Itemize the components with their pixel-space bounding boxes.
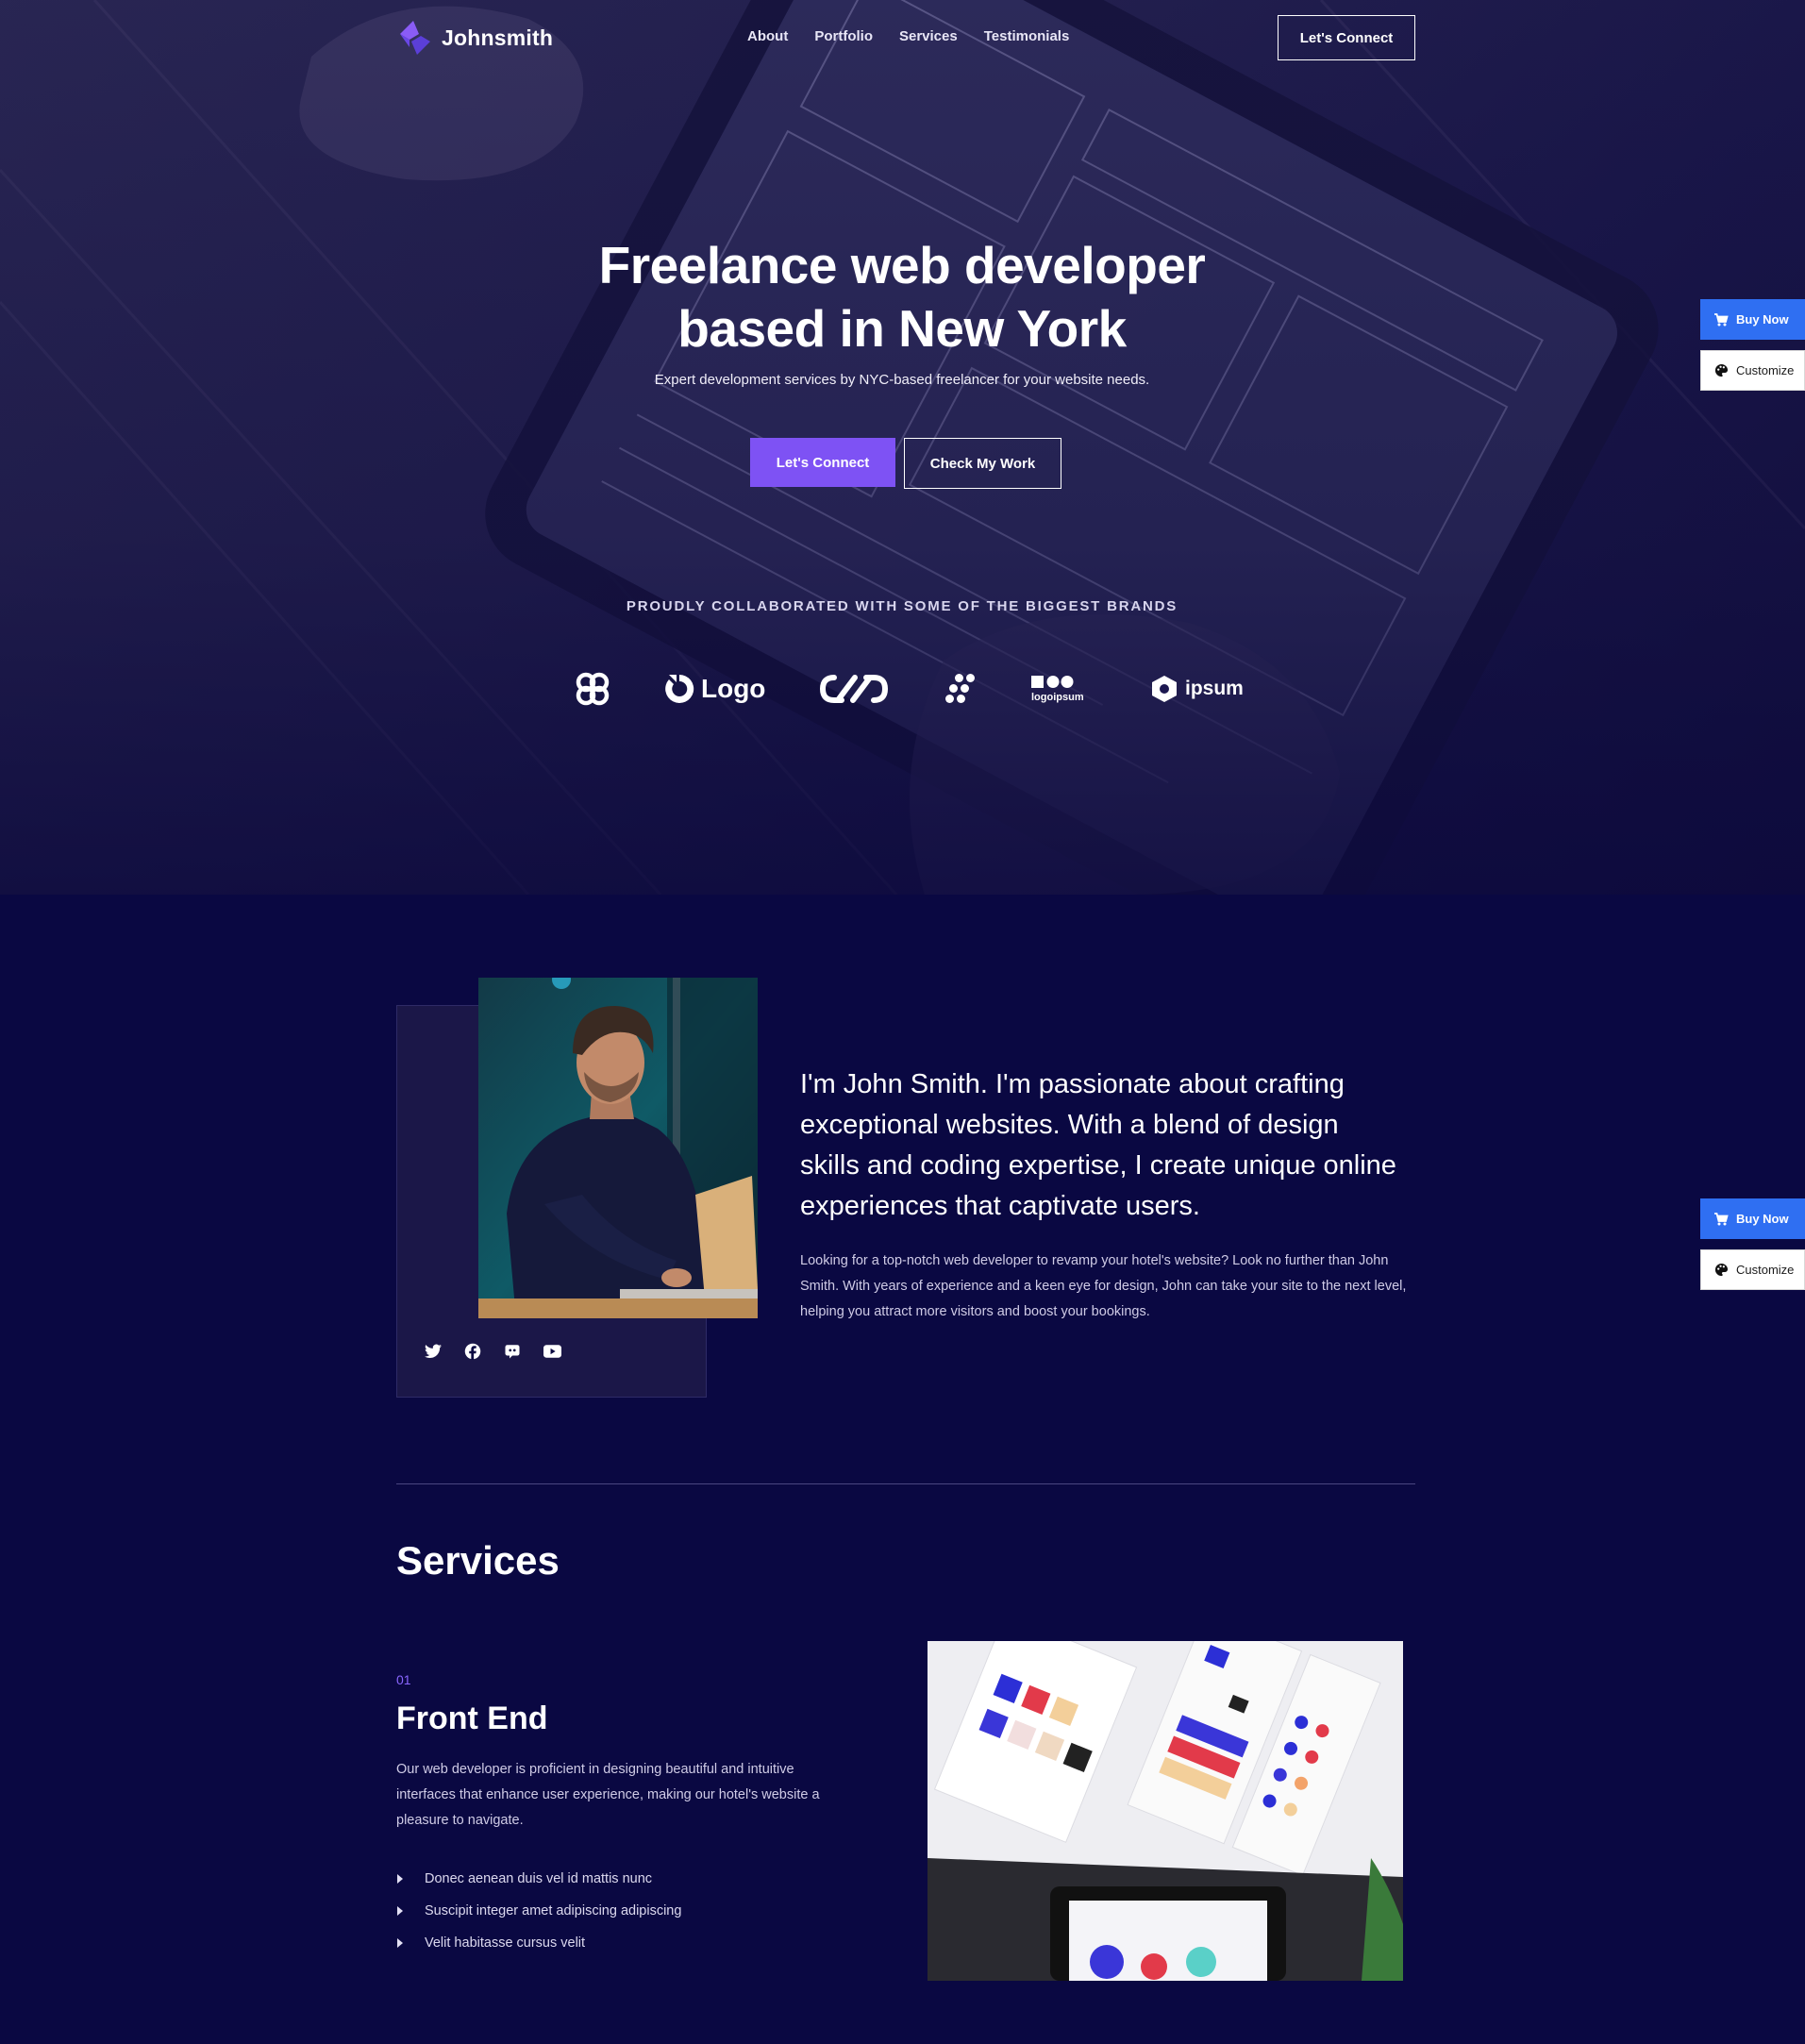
twitter-icon[interactable] (423, 1341, 443, 1362)
nav-link-services[interactable]: Services (899, 28, 958, 44)
brand-logo-5: logoipsum (1031, 664, 1084, 713)
service-title: Front End (396, 1701, 548, 1736)
hero-title-line-2: based in New York (677, 299, 1127, 358)
check-my-work-button[interactable]: Check My Work (904, 438, 1061, 489)
about-lead-text: I'm John Smith. I'm passionate about cra… (800, 1069, 1396, 1221)
customize-label-2: Customize (1736, 1263, 1795, 1277)
hero-title-line-1: Freelance web developer (598, 236, 1206, 294)
brand-logo-3 (817, 664, 891, 713)
hero-connect-button[interactable]: Let's Connect (750, 438, 895, 487)
nav-link-portfolio[interactable]: Portfolio (814, 28, 873, 44)
list-item: Velit habitasse cursus velit (396, 1927, 681, 1959)
buy-now-button-2[interactable]: Buy Now (1700, 1198, 1805, 1239)
cart-icon (1714, 1212, 1729, 1225)
service-bullet-list: Donec aenean duis vel id mattis nunc Sus… (396, 1863, 681, 1959)
caret-right-icon (396, 1905, 425, 1917)
brand-logo-2-text: Logo (701, 674, 766, 703)
brand-logo-4 (944, 664, 978, 713)
brand-logo-6: ipsum (1151, 664, 1244, 713)
customize-button[interactable]: Customize (1700, 350, 1805, 391)
buy-now-button[interactable]: Buy Now (1700, 299, 1805, 340)
palette-icon (1714, 1263, 1729, 1277)
profile-photo (478, 978, 758, 1318)
section-divider (396, 1483, 1415, 1484)
nav-link-about[interactable]: About (747, 28, 788, 44)
customize-button-2[interactable]: Customize (1700, 1249, 1805, 1290)
nav-menu: About Portfolio Services Testimonials (747, 28, 1095, 44)
caret-right-icon (396, 1873, 425, 1885)
hero-section: Johnsmith About Portfolio Services Testi… (0, 0, 1805, 895)
discord-icon[interactable] (502, 1341, 523, 1362)
service-image-illustration (928, 1641, 1403, 1981)
social-links (423, 1341, 581, 1362)
infinity-logo-icon (819, 675, 889, 703)
buy-now-label-2: Buy Now (1736, 1212, 1789, 1226)
hero-subtitle: Expert development services by NYC-based… (654, 372, 1150, 388)
service-bullet-text: Donec aenean duis vel id mattis nunc (425, 1871, 653, 1886)
caret-right-icon (396, 1937, 425, 1949)
brand-logo-5-text: logoipsum (1031, 692, 1084, 703)
ring-logo-icon (665, 674, 694, 703)
hero-overlay (0, 0, 1805, 895)
service-bullet-text: Suscipit integer amet adipiscing adipisc… (425, 1903, 682, 1918)
buy-now-label: Buy Now (1736, 312, 1789, 327)
service-image (928, 1641, 1403, 1981)
youtube-icon[interactable] (542, 1341, 562, 1362)
blocks-logo-icon (1031, 676, 1074, 688)
brand-name: Johnsmith (442, 25, 554, 50)
top-navigation: Johnsmith About Portfolio Services Testi… (396, 15, 1415, 62)
service-index: 01 (396, 1672, 411, 1687)
brand-logo-1 (574, 664, 611, 713)
cart-icon (1714, 312, 1729, 326)
dots-logo-icon (945, 674, 975, 703)
service-description: Our web developer is proficient in desig… (396, 1762, 820, 1828)
service-bullet-text: Velit habitasse cursus velit (425, 1935, 586, 1951)
about-body-text: Looking for a top-notch web developer to… (800, 1253, 1407, 1319)
nav-link-testimonials[interactable]: Testimonials (984, 28, 1070, 44)
nav-connect-button[interactable]: Let's Connect (1278, 15, 1415, 60)
brand-chevron-icon (400, 21, 430, 55)
hexagon-logo-icon (1152, 676, 1177, 702)
brand-logo-6-text: ipsum (1185, 678, 1244, 699)
brand-logo[interactable]: Johnsmith (396, 19, 553, 57)
facebook-icon[interactable] (462, 1341, 483, 1362)
list-item: Suscipit integer amet adipiscing adipisc… (396, 1895, 681, 1927)
customize-label: Customize (1736, 363, 1795, 377)
services-heading: Services (396, 1538, 560, 1583)
hero-title: Freelance web developer based in New Yor… (430, 234, 1374, 360)
brands-heading: PROUDLY COLLABORATED WITH SOME OF THE BI… (626, 598, 1178, 614)
palette-icon (1714, 363, 1729, 377)
clover-logo-icon (576, 672, 610, 706)
list-item: Donec aenean duis vel id mattis nunc (396, 1863, 681, 1895)
brand-logo-2: Logo (663, 664, 765, 713)
brand-logos-row: Logo logoipsum ipsum (566, 664, 1245, 713)
profile-photo-illustration (478, 978, 758, 1318)
